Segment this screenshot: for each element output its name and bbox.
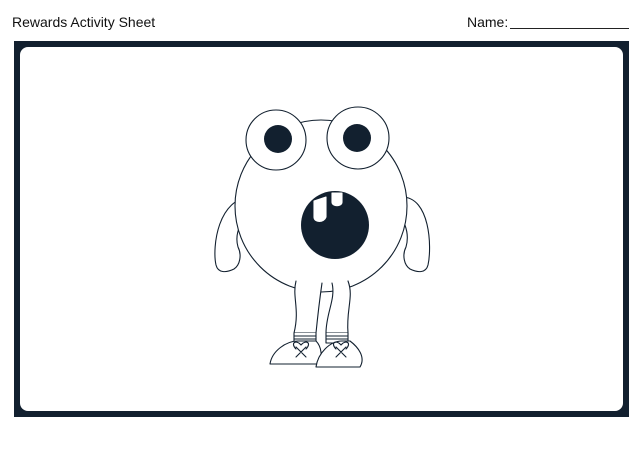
coloring-frame bbox=[14, 41, 629, 417]
left-shoe bbox=[269, 340, 322, 365]
right-pupil bbox=[343, 124, 371, 152]
tooth-right bbox=[331, 192, 343, 207]
sheet-title: Rewards Activity Sheet bbox=[12, 14, 156, 30]
left-leg bbox=[293, 280, 323, 334]
coloring-panel bbox=[20, 47, 623, 411]
left-pupil bbox=[264, 125, 292, 153]
name-field[interactable]: Name: bbox=[467, 14, 632, 32]
name-label: Name: bbox=[467, 14, 509, 30]
name-blank-line[interactable] bbox=[510, 28, 629, 29]
monster-illustration bbox=[214, 106, 431, 368]
tooth-left bbox=[313, 196, 327, 223]
